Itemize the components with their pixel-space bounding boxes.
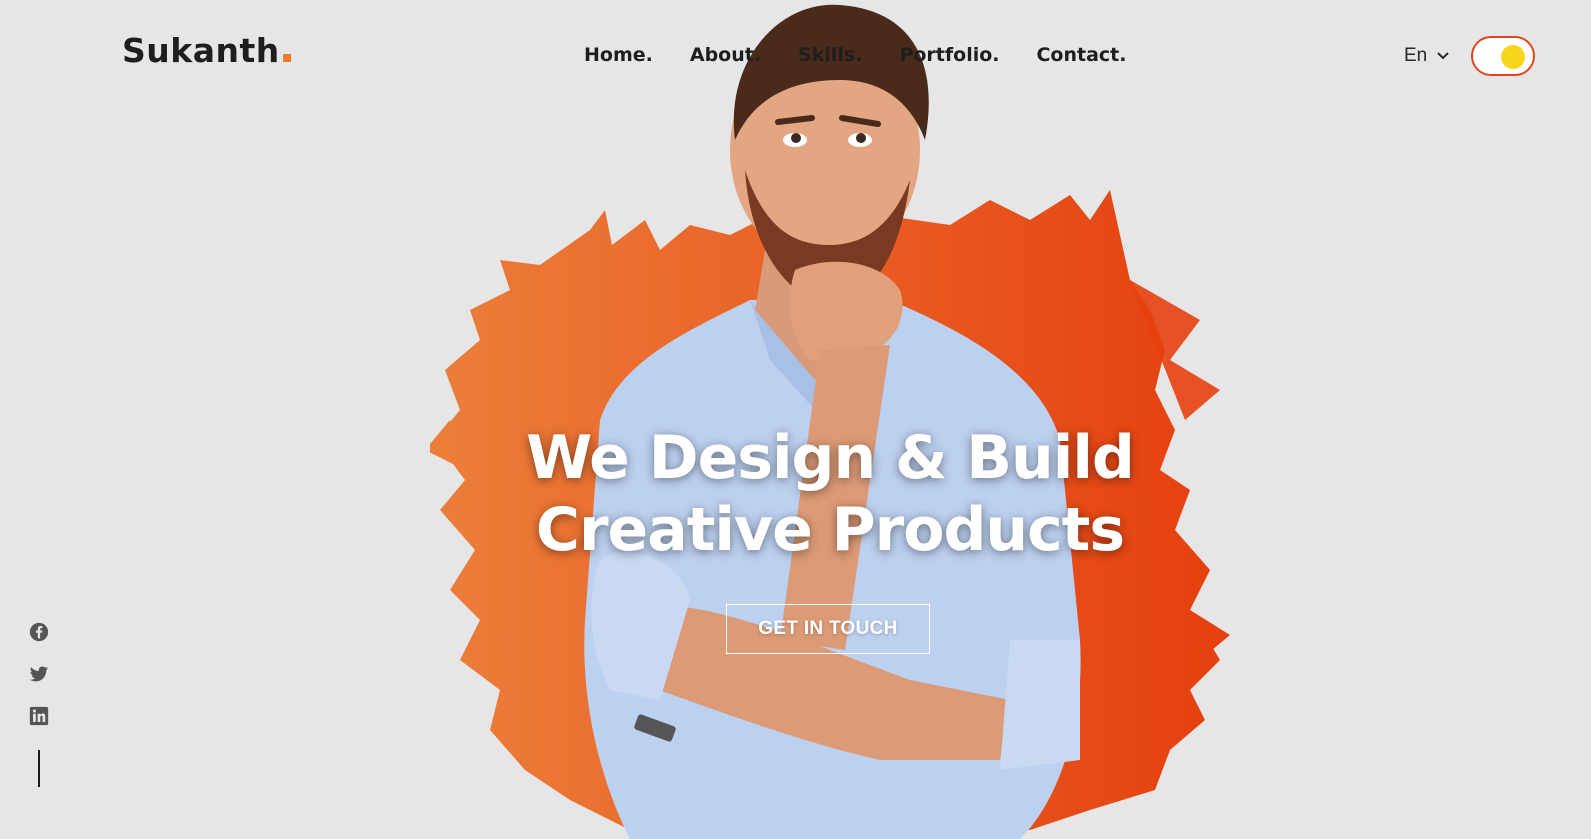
get-in-touch-button[interactable]: GET IN TOUCH xyxy=(726,604,930,654)
main-nav: Home. About. Skills. Portfolio. Contact. xyxy=(584,44,1126,67)
page: Sukanth Home. About. Skills. Portfolio. … xyxy=(0,0,1591,839)
language-selector[interactable]: En xyxy=(1404,45,1449,67)
nav-item-portfolio[interactable]: Portfolio. xyxy=(899,44,999,67)
language-selected: En xyxy=(1404,45,1428,66)
chevron-down-icon xyxy=(1437,52,1449,60)
brand-name: Sukanth xyxy=(122,31,280,70)
social-links xyxy=(28,621,50,727)
hero-title: We Design & Build Creative Products xyxy=(470,422,1190,566)
nav-item-about[interactable]: About. xyxy=(690,44,761,67)
social-divider-line xyxy=(38,750,40,787)
hero-title-line2: Creative Products xyxy=(535,495,1125,565)
twitter-icon[interactable] xyxy=(28,663,50,685)
brand-logo[interactable]: Sukanth xyxy=(122,34,291,67)
linkedin-icon[interactable] xyxy=(28,705,50,727)
nav-item-home[interactable]: Home. xyxy=(584,44,653,67)
brand-dot xyxy=(282,54,291,62)
theme-toggle[interactable] xyxy=(1471,36,1535,76)
nav-item-skills[interactable]: Skills. xyxy=(798,44,862,67)
hero-title-line1: We Design & Build xyxy=(526,423,1135,493)
hero-person-illustration xyxy=(584,4,1081,839)
nav-item-contact[interactable]: Contact. xyxy=(1036,44,1126,67)
theme-toggle-knob xyxy=(1501,45,1525,69)
facebook-icon[interactable] xyxy=(28,621,50,643)
